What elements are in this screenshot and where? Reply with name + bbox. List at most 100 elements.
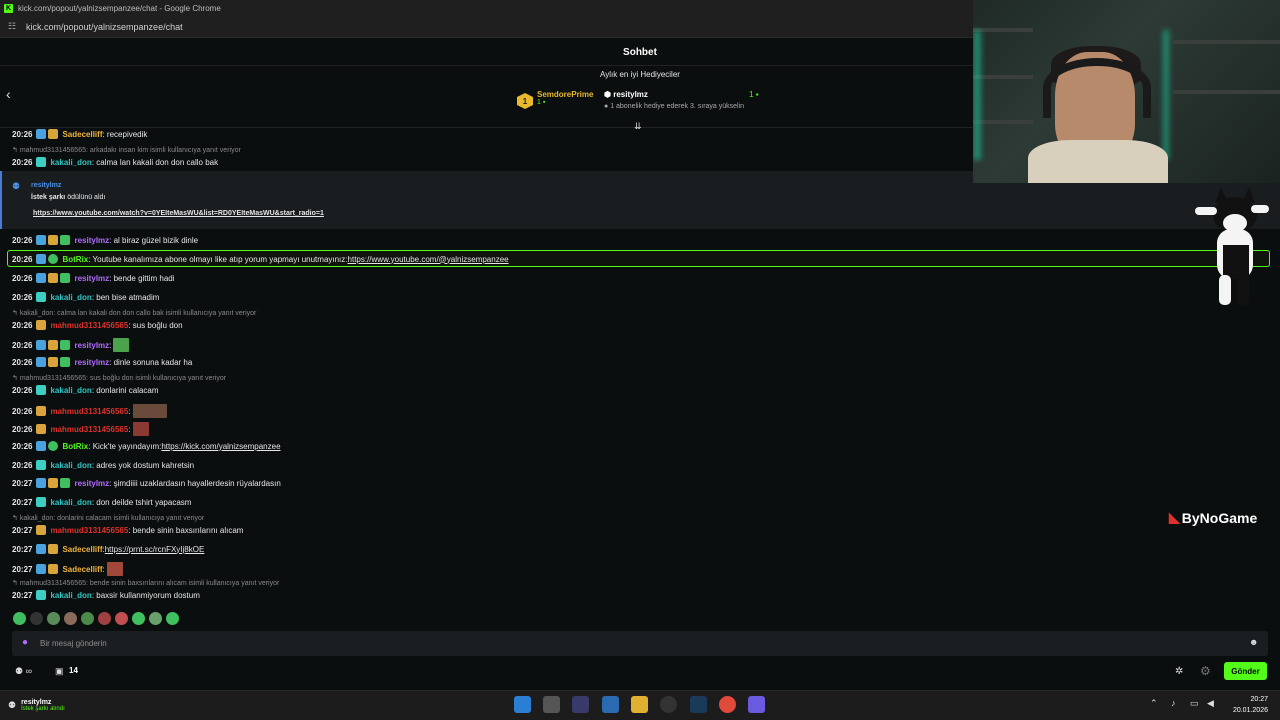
username[interactable]: kakali_don — [50, 461, 91, 470]
site-info-icon[interactable]: ☷ — [8, 21, 18, 32]
chat-options-icon[interactable]: ⚙ — [1200, 664, 1211, 678]
reply-context[interactable]: ↰ mahmud3131456565: sus boğlu don isimli… — [12, 374, 226, 382]
emote-icon[interactable] — [47, 612, 60, 625]
username[interactable]: BotRix — [62, 442, 88, 451]
username[interactable]: BotRix — [62, 255, 88, 264]
username[interactable]: kakali_don — [50, 386, 91, 395]
message-link[interactable]: https://kick.com/yalnizsempanzee — [161, 442, 280, 451]
highlight-username[interactable]: resitylmz — [31, 182, 61, 189]
gift-count-icon[interactable]: ▣ — [55, 666, 64, 677]
obs-icon[interactable] — [660, 696, 677, 713]
pepe-emote[interactable] — [113, 338, 130, 352]
gift-icon: ▪ — [755, 90, 759, 99]
username[interactable]: resitylmz — [74, 341, 109, 350]
emote-icon[interactable] — [166, 612, 179, 625]
username[interactable]: mahmud3131456565 — [50, 526, 128, 535]
webcam-overlay — [973, 0, 1280, 183]
emote-icon[interactable] — [13, 612, 26, 625]
chat-message: 20:27 Sadecelliff: https://prnt.sc/rcnFXy… — [12, 544, 205, 554]
settings-icon[interactable]: ✲ — [1175, 666, 1183, 677]
reply-context[interactable]: ↰ mahmud3131456565: arkadakı insan kim i… — [12, 146, 241, 154]
chat-message: 20:26 resitylmz: dinle sonuna kadar ha — [12, 357, 193, 367]
reply-icon: ↰ — [12, 147, 20, 154]
username[interactable]: kakali_don — [50, 591, 91, 600]
chrome-icon[interactable] — [719, 696, 736, 713]
mic-tray-icon[interactable]: ♪ — [1171, 698, 1176, 708]
microphone-icon[interactable]: ● — [22, 637, 28, 648]
chat-message: 20:26 resitylmz: bende gittim hadi — [12, 273, 175, 283]
username[interactable]: Sadecelliff — [62, 565, 102, 574]
notification-user: ⚉ resitylmz İstek şarkı alındı — [8, 699, 65, 712]
chat-message: 20:26 kakali_don: ben bise atmadim — [12, 292, 160, 302]
app-icon[interactable] — [572, 696, 589, 713]
emote-icon[interactable] — [30, 612, 43, 625]
username[interactable]: kakali_don — [50, 498, 91, 507]
rank-up-icon: ● — [604, 103, 609, 110]
sub-badge-icon — [48, 129, 59, 139]
emoji-picker-icon[interactable]: ☻ — [1249, 637, 1258, 647]
emote-icon[interactable] — [132, 612, 145, 625]
chat-message: 20:26 mahmud3131456565: — [12, 404, 167, 418]
username[interactable]: resitylmz — [74, 236, 109, 245]
task-view-icon[interactable] — [543, 696, 560, 713]
username[interactable]: Sadecelliff — [62, 130, 102, 139]
image-emote[interactable] — [132, 422, 149, 436]
emote-icon[interactable] — [81, 612, 94, 625]
tray-expand-icon[interactable]: ⌃ — [1150, 698, 1158, 709]
system-clock[interactable]: 20:27 20.01.2026 — [1226, 694, 1268, 716]
username[interactable]: resitylmz — [74, 274, 109, 283]
gifter-item-1[interactable]: 1 SemdorePrime 1 ▪ — [517, 90, 593, 109]
volume-icon[interactable]: ◀ — [1207, 698, 1214, 709]
scroll-to-bottom-icon[interactable]: ⇊ — [634, 121, 642, 132]
chat-message: 20:26 mahmud3131456565: — [12, 422, 149, 436]
photos-icon[interactable] — [602, 696, 619, 713]
gifter-item-2[interactable]: ⬢ resitylmz ● 1 abonelik hediye ederek 3… — [604, 90, 744, 110]
reply-context[interactable]: ↰ kakali_don: donlarini calacam isimli k… — [12, 514, 204, 522]
username[interactable]: mahmud3131456565 — [50, 407, 128, 416]
recent-emotes — [13, 612, 183, 625]
image-emote[interactable] — [132, 404, 167, 418]
users-icon[interactable]: ⚉ ∞ — [15, 666, 32, 677]
emote-icon[interactable] — [149, 612, 162, 625]
steam-icon[interactable] — [690, 696, 707, 713]
emote-icon[interactable] — [98, 612, 111, 625]
emote-icon[interactable] — [115, 612, 128, 625]
sponsor-logo: ◣ ByNoGame — [1169, 509, 1258, 526]
reward-icon: ⚉ — [12, 181, 21, 191]
chat-message: 20:27 Sadecelliff: — [12, 562, 123, 576]
message-link[interactable]: https://prnt.sc/rcnFXyIj8kOE — [105, 545, 205, 554]
display-icon[interactable]: ▭ — [1190, 698, 1199, 709]
start-icon[interactable] — [514, 696, 531, 713]
chat-message: 20:26 Sadecelliff: recepivedik — [12, 129, 148, 139]
chat-message: 20:27 mahmud3131456565: bende sinin baxsı… — [12, 525, 244, 535]
chat-message: 20:26 kakali_don: calma lan kakali don do… — [12, 157, 219, 167]
file-explorer-icon[interactable] — [631, 696, 648, 713]
highlight-title: İstek şarkı ödülünü aldı — [31, 194, 106, 201]
highlight-link[interactable]: https://www.youtube.com/watch?v=0YEIteMa… — [33, 210, 324, 217]
url-text[interactable]: kick.com/popout/yalnizsempanzee/chat — [26, 22, 183, 32]
message-link[interactable]: https://www.youtube.com/@yalnizsempanzee — [348, 255, 509, 264]
gift-icon: ▪ — [542, 99, 546, 106]
username[interactable]: resitylmz — [74, 479, 109, 488]
username[interactable]: Sadecelliff — [62, 545, 102, 554]
reply-context[interactable]: ↰ kakali_don: calma lan kakali don don c… — [12, 309, 256, 317]
username[interactable]: kakali_don — [50, 293, 91, 302]
send-button[interactable]: Gönder — [1224, 662, 1267, 680]
chat-message: 20:27 resitylmz: şimdiiii uzaklardasın ha… — [12, 478, 281, 488]
rank-badge: 1 — [517, 93, 533, 109]
username[interactable]: resitylmz — [74, 358, 109, 367]
image-emote[interactable] — [106, 562, 123, 576]
username[interactable]: kakali_don — [50, 158, 91, 167]
sub-badge-icon — [36, 157, 47, 167]
back-chevron-icon[interactable]: ‹ — [6, 86, 11, 102]
chat-input[interactable]: Bir mesaj gönderin — [12, 631, 1268, 656]
mod-badge-icon — [36, 129, 47, 139]
input-placeholder: Bir mesaj gönderin — [40, 639, 107, 648]
emote-icon[interactable] — [64, 612, 77, 625]
chat-message: 20:26 mahmud3131456565: sus boğlu don — [12, 320, 183, 330]
kick-logo-icon: K — [4, 3, 13, 13]
discord-icon[interactable] — [748, 696, 765, 713]
reply-context[interactable]: ↰ mahmud3131456565: bende sinin baxsırıl… — [12, 579, 279, 587]
username[interactable]: mahmud3131456565 — [50, 425, 128, 434]
username[interactable]: mahmud3131456565 — [50, 321, 128, 330]
